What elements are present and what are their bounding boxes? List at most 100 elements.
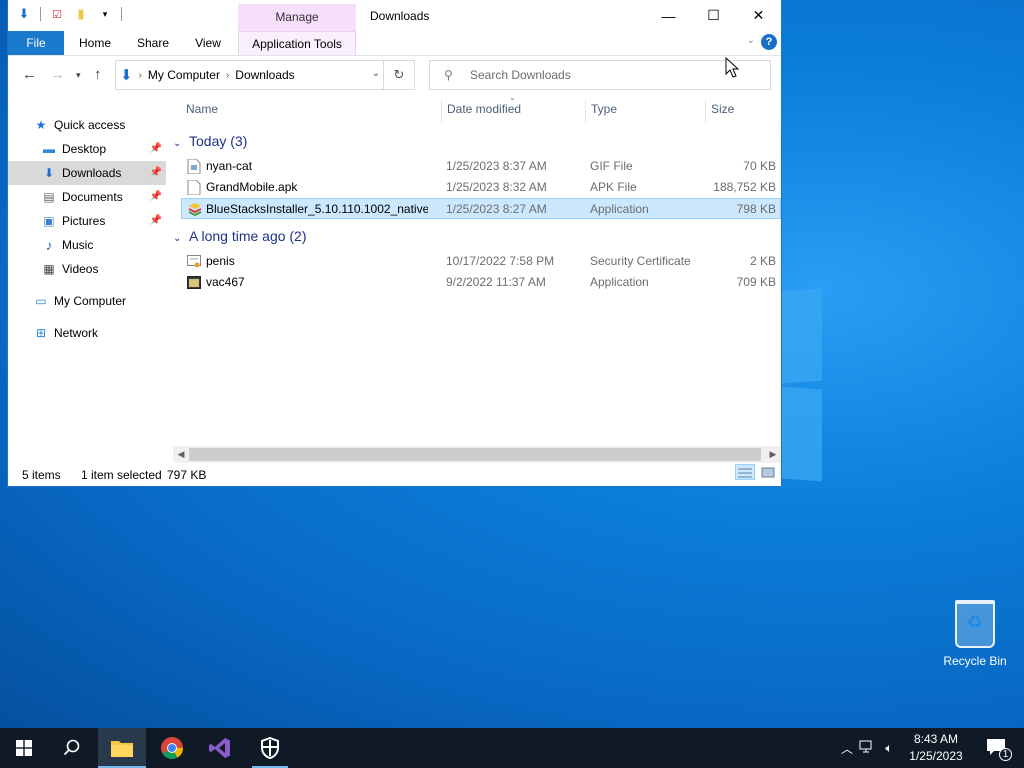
apk-file-icon xyxy=(187,180,201,195)
application-icon xyxy=(187,276,201,289)
search-placeholder: Search Downloads xyxy=(470,68,571,82)
maximize-button[interactable]: ☐ xyxy=(691,0,736,31)
tab-share[interactable]: Share xyxy=(128,31,178,55)
recycle-bin-shortcut[interactable]: ♻ Recycle Bin xyxy=(940,600,1010,668)
back-arrow-icon[interactable]: ← xyxy=(22,66,37,83)
start-button[interactable] xyxy=(0,728,48,768)
file-name: vac467 xyxy=(206,275,245,289)
search-icon: ⚲ xyxy=(444,68,453,82)
sidebar-item-quick-access[interactable]: ★ Quick access xyxy=(8,113,166,137)
properties-icon[interactable]: ☑ xyxy=(49,6,65,22)
scroll-right-icon[interactable]: ▶ xyxy=(765,446,781,463)
close-button[interactable]: ✕ xyxy=(736,0,781,31)
large-icons-view-button[interactable] xyxy=(758,464,778,480)
large-icons-view-icon xyxy=(761,467,775,478)
column-header-size[interactable]: Size xyxy=(711,95,734,123)
group-header[interactable]: ⌄ A long time ago (2) xyxy=(173,225,307,247)
star-icon: ★ xyxy=(35,118,47,132)
taskbar-file-explorer[interactable] xyxy=(98,728,146,768)
scroll-left-icon[interactable]: ◀ xyxy=(173,446,189,463)
details-view-button[interactable] xyxy=(735,464,755,480)
status-item-count: 5 items xyxy=(22,468,61,482)
recycle-bin-icon: ♻ xyxy=(955,600,995,648)
sidebar-item-pictures[interactable]: ▣ Pictures 📌 xyxy=(8,209,166,233)
quick-access-toolbar: ⬇ ☑ ▮ ▾ xyxy=(16,6,122,22)
chevron-down-icon[interactable]: ▾ xyxy=(97,6,113,22)
breadcrumb-downloads[interactable]: Downloads xyxy=(235,68,294,82)
file-explorer-window: ⬇ ☑ ▮ ▾ Manage Downloads — ☐ ✕ File Home… xyxy=(7,0,782,487)
recent-locations-icon[interactable]: ▾ xyxy=(76,70,81,81)
file-date: 9/2/2022 11:37 AM xyxy=(446,275,546,289)
download-icon: ⬇ xyxy=(43,166,55,180)
window-title: Downloads xyxy=(370,9,430,23)
maximize-icon: ☐ xyxy=(707,7,720,23)
navigation-pane: ★ Quick access ▬ Desktop 📌 ⬇ Downloads 📌… xyxy=(8,95,166,457)
volume-icon[interactable]: 🔈︎ xyxy=(878,741,900,756)
sidebar-item-music[interactable]: ♪ Music xyxy=(8,233,166,257)
sidebar-item-documents[interactable]: ▤ Documents 📌 xyxy=(8,185,166,209)
sidebar-item-desktop[interactable]: ▬ Desktop 📌 xyxy=(8,137,166,161)
sidebar-item-videos[interactable]: ▦ Videos xyxy=(8,257,166,281)
notification-count: 1 xyxy=(999,748,1012,761)
taskbar-chrome[interactable] xyxy=(148,728,196,768)
certificate-icon xyxy=(187,255,201,268)
horizontal-scrollbar[interactable]: ◀ ▶ xyxy=(173,446,781,463)
system-tray: ︿ 🔈︎ xyxy=(838,728,900,768)
table-row[interactable]: penis 10/17/2022 7:58 PM Security Certif… xyxy=(181,251,781,272)
file-list: Name Date modified ⌄ Type Size ⌄ Today (3… xyxy=(173,93,781,445)
group-header[interactable]: ⌄ Today (3) xyxy=(173,130,247,152)
forward-arrow-icon[interactable]: → xyxy=(50,66,65,83)
sidebar-item-downloads[interactable]: ⬇ Downloads 📌 xyxy=(8,161,166,185)
address-row: ← → ▾ ↑ ⬇ › My Computer › Downloads ⌄ ↻ … xyxy=(8,56,781,94)
scrollbar-thumb[interactable] xyxy=(189,448,761,461)
download-icon[interactable]: ⬇ xyxy=(16,6,32,22)
close-icon: ✕ xyxy=(752,7,765,23)
table-row[interactable]: vac467 9/2/2022 11:37 AM Application 709… xyxy=(181,272,781,293)
status-size: 797 KB xyxy=(167,468,207,482)
chevron-right-icon[interactable]: › xyxy=(139,70,142,81)
title-bar[interactable]: ⬇ ☑ ▮ ▾ Manage Downloads — ☐ ✕ xyxy=(8,0,781,31)
recycle-bin-label: Recycle Bin xyxy=(943,654,1007,668)
chevron-right-icon[interactable]: › xyxy=(226,70,229,81)
refresh-icon[interactable]: ↻ xyxy=(383,61,414,89)
notification-center-button[interactable]: 1 xyxy=(986,738,1012,761)
chevron-down-icon[interactable]: ⌄ xyxy=(372,68,380,79)
music-icon: ♪ xyxy=(45,237,53,253)
table-row[interactable]: BlueStacksInstaller_5.10.110.1002_native… xyxy=(181,198,781,219)
pin-icon: 📌 xyxy=(149,191,162,202)
sidebar-item-network[interactable]: ⊞ Network xyxy=(8,321,166,345)
tab-application-tools[interactable]: Application Tools xyxy=(238,31,356,55)
taskbar-visual-studio[interactable] xyxy=(196,728,244,768)
chevron-up-icon[interactable]: ︿ xyxy=(838,740,856,757)
chevron-down-icon: ⌄ xyxy=(173,138,182,149)
taskbar-security[interactable] xyxy=(246,728,294,768)
table-row[interactable]: GrandMobile.apk 1/25/2023 8:32 AM APK Fi… xyxy=(181,177,781,198)
column-header-type[interactable]: Type xyxy=(591,95,617,123)
tab-file[interactable]: File xyxy=(8,31,64,55)
shield-icon xyxy=(261,737,279,759)
clock[interactable]: 8:43 AM 1/25/2023 xyxy=(906,731,966,765)
file-size: 188,752 KB xyxy=(713,180,776,194)
videos-icon: ▦ xyxy=(43,262,55,276)
network-icon[interactable] xyxy=(856,740,878,757)
sort-chevron-icon: ⌄ xyxy=(509,93,516,102)
help-icon[interactable]: ? xyxy=(761,34,777,50)
address-bar[interactable]: ⬇ › My Computer › Downloads ⌄ ↻ xyxy=(115,60,415,90)
search-button[interactable] xyxy=(48,728,96,768)
breadcrumb-my-computer[interactable]: My Computer xyxy=(148,68,220,82)
sidebar-item-my-computer[interactable]: ▭ My Computer xyxy=(8,289,166,313)
tab-manage[interactable]: Manage xyxy=(238,4,356,31)
minimize-button[interactable]: — xyxy=(646,0,691,31)
new-folder-icon[interactable]: ▮ xyxy=(73,6,89,22)
tab-view[interactable]: View xyxy=(184,31,232,55)
file-type: Security Certificate xyxy=(590,254,691,268)
column-header-name[interactable]: Name xyxy=(186,95,218,123)
tab-home[interactable]: Home xyxy=(70,31,120,55)
search-icon xyxy=(63,739,80,756)
table-row[interactable]: nyan-cat 1/25/2023 8:37 AM GIF File 70 K… xyxy=(181,156,781,177)
search-input[interactable]: ⚲ Search Downloads xyxy=(429,60,771,90)
expand-ribbon-icon[interactable]: ⌄ xyxy=(747,35,755,46)
mouse-cursor-icon xyxy=(725,57,739,78)
pictures-icon: ▣ xyxy=(43,214,55,228)
up-arrow-icon[interactable]: ↑ xyxy=(94,66,102,83)
